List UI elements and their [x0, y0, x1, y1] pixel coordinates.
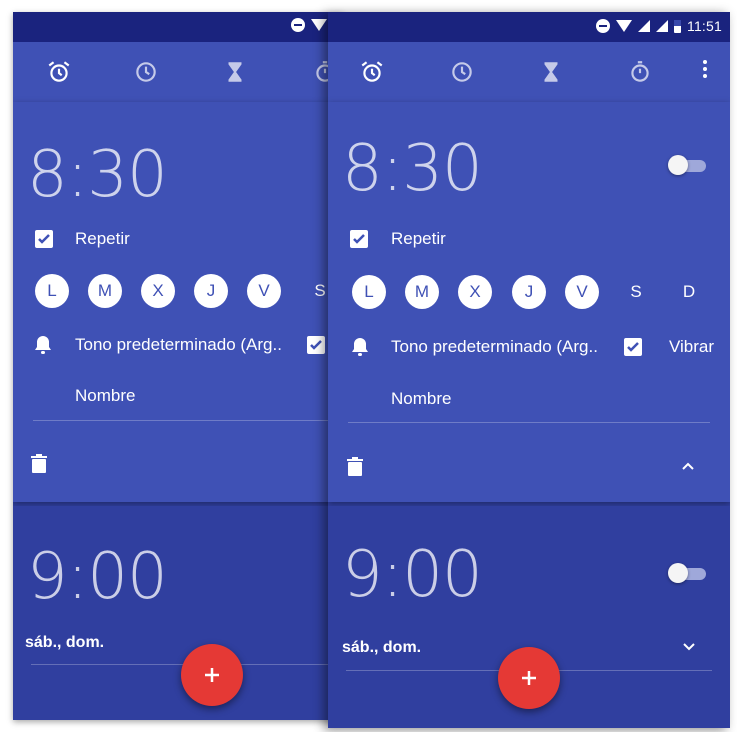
alarm-time[interactable]: 9:00	[27, 540, 168, 614]
tab-timer[interactable]	[535, 56, 567, 88]
clock-icon	[136, 62, 156, 82]
do-not-disturb-icon	[291, 18, 305, 32]
hourglass-icon	[228, 62, 242, 82]
add-alarm-button[interactable]	[498, 647, 560, 709]
alarm-name-field[interactable]: Nombre	[75, 386, 135, 406]
ringtone-label[interactable]: Tono predeterminado (Arg..	[75, 335, 282, 355]
repeat-label: Repetir	[391, 229, 446, 248]
vibrate-label: Vibrar	[669, 337, 715, 356]
hourglass-icon	[544, 62, 558, 82]
stopwatch-icon	[631, 61, 649, 82]
vibrate-checkbox[interactable]	[307, 336, 325, 354]
signal-icon	[638, 20, 650, 32]
add-alarm-button[interactable]	[181, 644, 243, 706]
alarm-card-expanded: 8:30 Repetir L M X J V S D Tono predeter…	[328, 102, 730, 502]
repeat-checkbox[interactable]	[35, 230, 53, 248]
status-bar	[13, 12, 343, 42]
day-friday[interactable]: V	[565, 275, 599, 309]
tab-timer[interactable]	[219, 56, 251, 88]
repeat-label: Repetir	[75, 229, 130, 248]
status-bar: 11:51	[328, 12, 730, 42]
day-wednesday[interactable]: X	[141, 274, 175, 308]
day-wednesday[interactable]: X	[458, 275, 492, 309]
tab-bar	[13, 42, 343, 102]
alarm-schedule: sáb., dom.	[342, 639, 422, 656]
tab-bar	[328, 42, 730, 102]
day-saturday[interactable]: S	[619, 275, 653, 309]
trash-icon	[347, 457, 363, 476]
chevron-up-icon	[682, 462, 694, 470]
bell-icon	[350, 336, 370, 358]
check-icon	[38, 234, 50, 244]
tab-clock[interactable]	[130, 56, 162, 88]
bell-icon	[33, 334, 53, 356]
repeat-checkbox[interactable]	[350, 230, 368, 248]
check-icon	[310, 340, 322, 350]
tab-alarm[interactable]	[43, 56, 75, 88]
day-tuesday[interactable]: M	[88, 274, 122, 308]
alarm-schedule: sáb., dom.	[25, 634, 105, 651]
foreground-screenshot: 11:51 8:30 Repetir L M X J V S D Tono pr…	[328, 12, 730, 728]
tab-alarm[interactable]	[356, 56, 388, 88]
alarm-card-expanded: 8:30 Repetir L M X J V S Tono predetermi…	[13, 102, 343, 502]
status-time: 11:51	[687, 18, 722, 34]
day-tuesday[interactable]: M	[405, 275, 439, 309]
tab-stopwatch[interactable]	[624, 56, 656, 88]
day-monday[interactable]: L	[35, 274, 69, 308]
plus-icon	[522, 671, 536, 685]
alarm-clock-icon	[48, 61, 70, 82]
wifi-icon	[616, 20, 632, 32]
plus-icon	[205, 668, 219, 682]
background-screenshot: 8:30 Repetir L M X J V S Tono predetermi…	[13, 12, 343, 720]
alarm-toggle[interactable]	[668, 562, 708, 584]
day-monday[interactable]: L	[352, 275, 386, 309]
alarm-toggle[interactable]	[668, 154, 708, 176]
check-icon	[627, 342, 639, 352]
day-thursday[interactable]: J	[512, 275, 546, 309]
divider	[348, 422, 710, 423]
chevron-down-icon	[683, 643, 695, 651]
alarm-name-field[interactable]: Nombre	[391, 389, 451, 409]
tab-clock[interactable]	[446, 56, 478, 88]
vibrate-checkbox[interactable]	[624, 338, 642, 356]
alarm-time[interactable]: 8:30	[342, 132, 483, 206]
more-options-icon[interactable]	[702, 60, 708, 78]
check-icon	[353, 234, 365, 244]
delete-button[interactable]	[347, 457, 363, 477]
day-friday[interactable]: V	[247, 274, 281, 308]
status-icons: 11:51	[596, 18, 722, 34]
battery-icon	[674, 19, 681, 33]
signal-icon	[656, 20, 668, 32]
do-not-disturb-icon	[596, 19, 610, 33]
wifi-icon	[311, 19, 327, 31]
alarm-time[interactable]: 8:30	[27, 138, 168, 212]
alarm-clock-icon	[361, 61, 383, 82]
divider	[33, 420, 343, 421]
day-sunday[interactable]: D	[672, 275, 706, 309]
clock-icon	[452, 62, 472, 82]
day-thursday[interactable]: J	[194, 274, 228, 308]
alarm-card-collapsed: 9:00 sáb., dom.	[13, 506, 343, 720]
alarm-time[interactable]: 9:00	[342, 538, 483, 612]
ringtone-label[interactable]: Tono predeterminado (Arg..	[391, 337, 598, 357]
collapse-button[interactable]	[681, 461, 695, 471]
expand-button[interactable]	[682, 642, 696, 652]
trash-icon	[31, 454, 47, 473]
delete-button[interactable]	[31, 454, 47, 474]
